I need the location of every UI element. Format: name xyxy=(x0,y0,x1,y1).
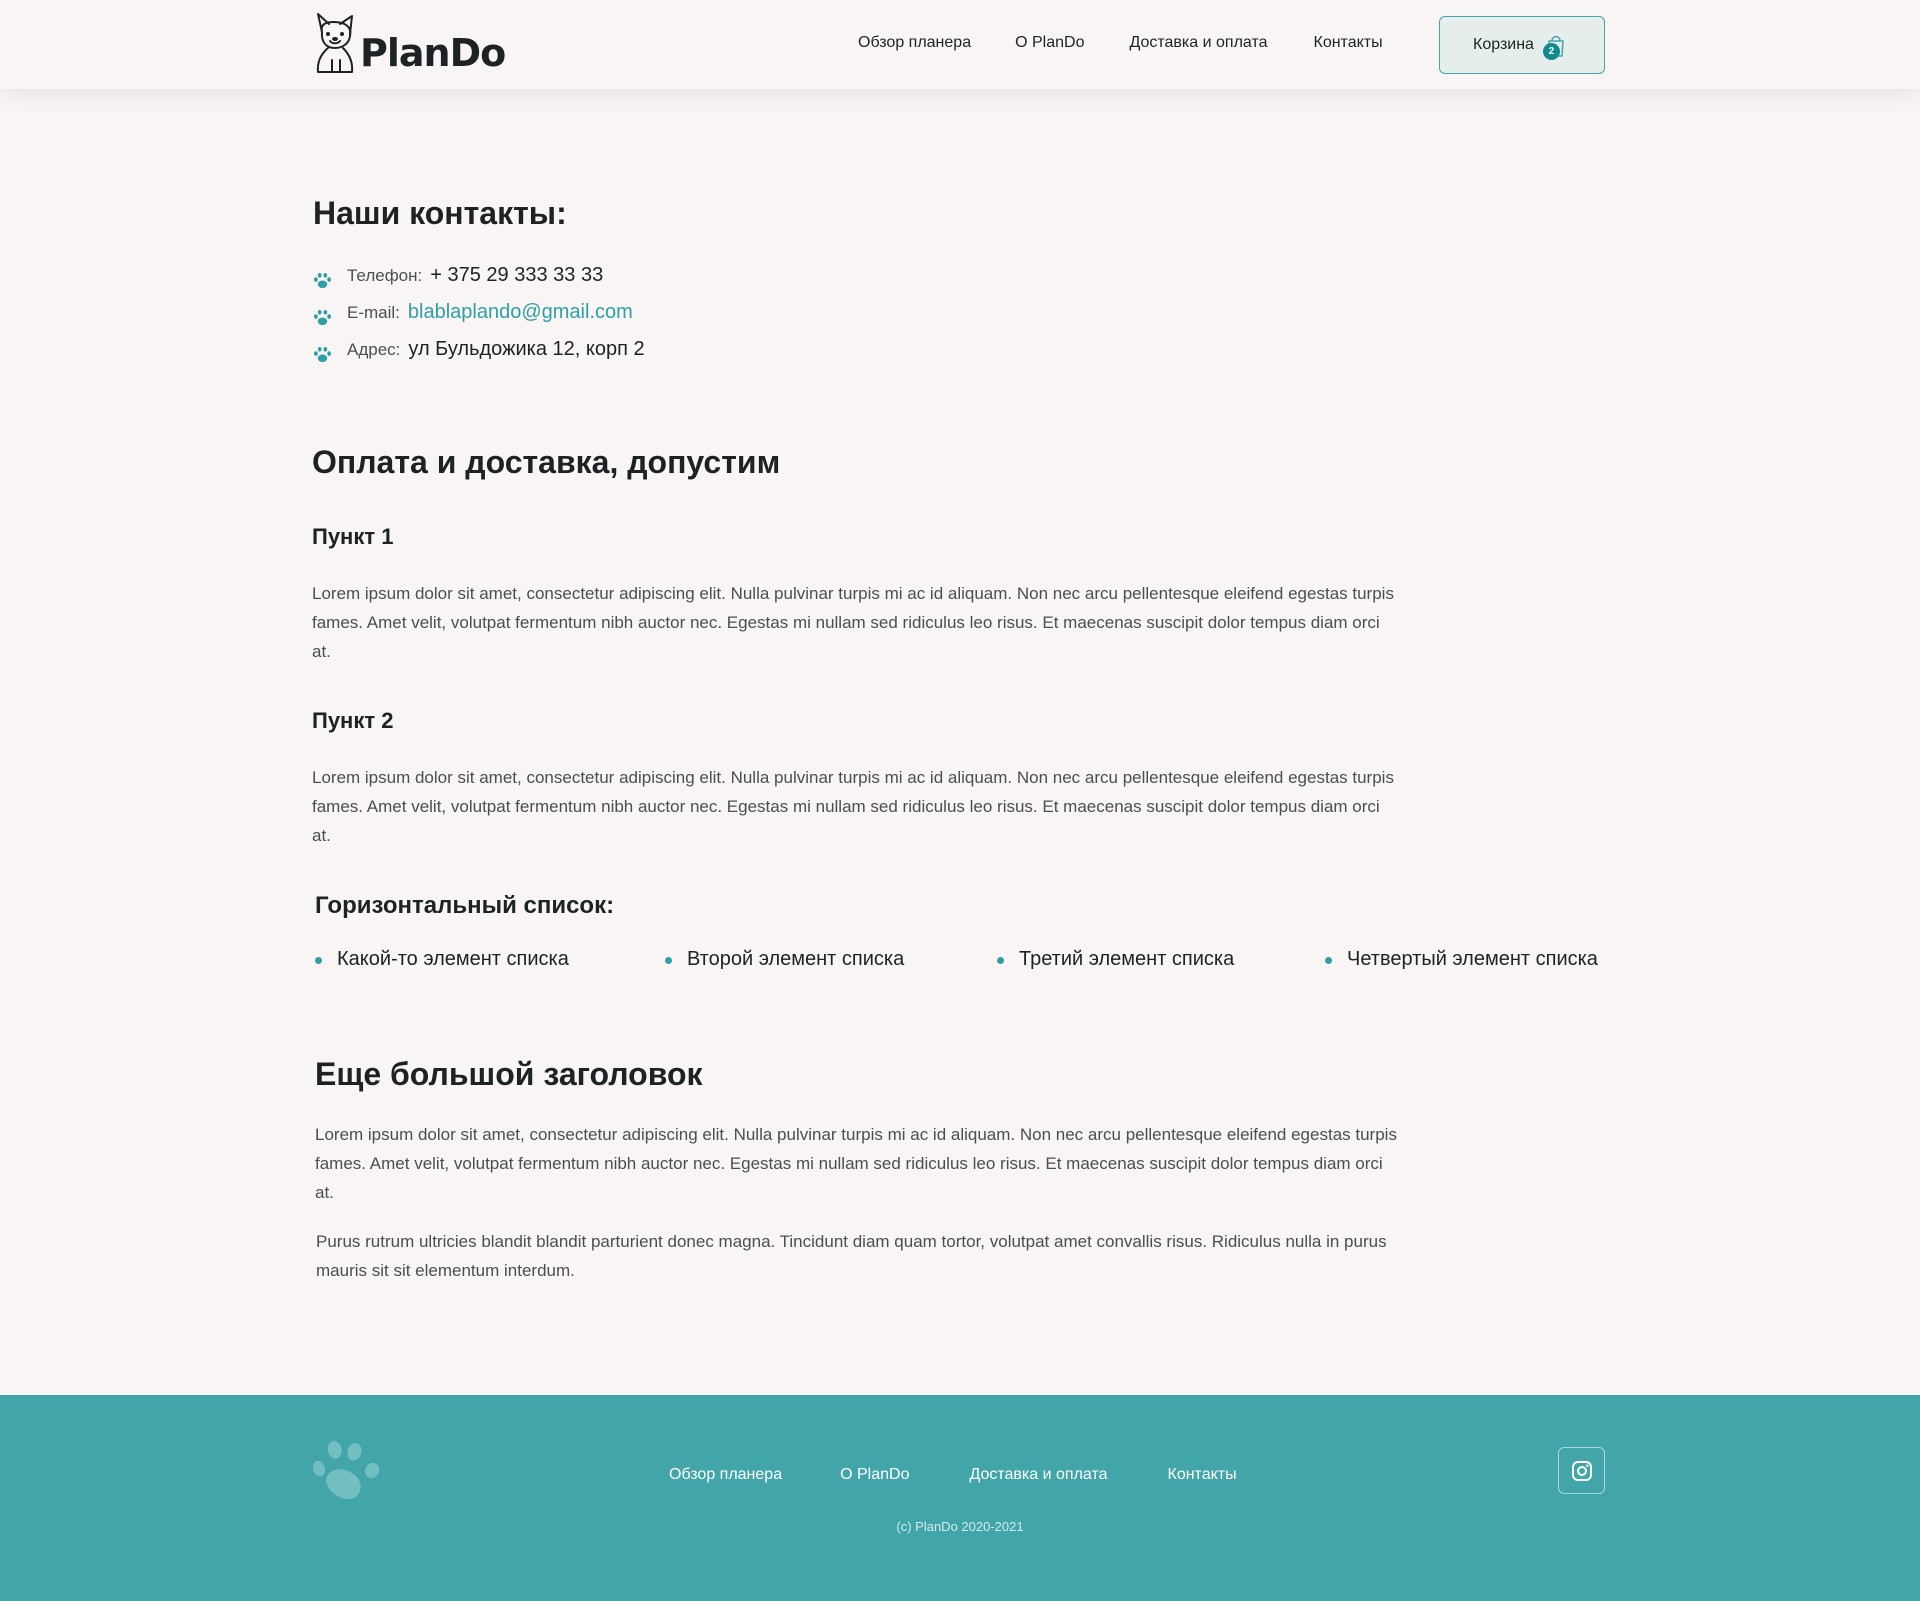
cart-button[interactable]: Корзина 2 xyxy=(1439,16,1605,74)
nav-item-delivery[interactable]: Доставка и оплата xyxy=(1129,34,1267,52)
contact-row-email: E-mail: blablaplando@gmail.com xyxy=(313,301,645,338)
site-footer: Обзор планера О PlanDo Доставка и оплата… xyxy=(0,1395,1920,1601)
address-value: ул Бульдожика 12, корп 2 xyxy=(408,338,645,360)
horizontal-list: Какой-то элемент списка Второй элемент с… xyxy=(315,948,1605,978)
point-2-text: Lorem ipsum dolor sit amet, consectetur … xyxy=(312,768,1394,845)
instagram-button[interactable] xyxy=(1558,1447,1605,1494)
paw-icon xyxy=(314,346,331,363)
phone-label: Телефон: xyxy=(347,266,423,285)
footer-nav: Обзор планера О PlanDo Доставка и оплата… xyxy=(669,1466,1237,1484)
paw-icon xyxy=(313,1440,380,1500)
footer-nav-item-about[interactable]: О PlanDo xyxy=(840,1466,909,1484)
footer-nav-item-contacts[interactable]: Контакты xyxy=(1168,1466,1237,1484)
list-item: Четвертый элемент списка xyxy=(1325,948,1598,971)
nav-item-about[interactable]: О PlanDo xyxy=(1015,34,1084,52)
contact-row-phone: Телефон: + 375 29 333 33 33 xyxy=(313,264,645,301)
nav-item-contacts[interactable]: Контакты xyxy=(1314,34,1383,52)
phone-value: + 375 29 333 33 33 xyxy=(430,264,604,286)
section-title: Еще большой заголовок xyxy=(315,1056,703,1092)
list-item: Третий элемент списка xyxy=(997,948,1234,971)
horizontal-list-title: Горизонтальный список: xyxy=(315,892,615,919)
bulldog-icon xyxy=(316,13,354,73)
list-item: Второй элемент списка xyxy=(665,948,904,971)
point-2-title: Пункт 2 xyxy=(312,708,394,733)
paw-icon xyxy=(314,309,331,326)
main-nav: Обзор планера О PlanDo Доставка и оплата… xyxy=(858,34,1383,52)
delivery-title: Оплата и доставка, допустим xyxy=(312,444,781,480)
address-label: Адрес: xyxy=(347,340,401,359)
paw-icon xyxy=(314,272,331,289)
copyright: (c) PlanDo 2020-2021 xyxy=(896,1519,1024,1534)
section-paragraph-1: Lorem ipsum dolor sit amet, consectetur … xyxy=(315,1125,1397,1202)
list-item: Какой-то элемент списка xyxy=(315,948,569,971)
logo-text: PlanDo xyxy=(360,31,506,75)
contact-row-address: Адрес: ул Бульдожика 12, корп 2 xyxy=(313,338,645,375)
point-1-title: Пункт 1 xyxy=(312,524,394,549)
point-1-text: Lorem ipsum dolor sit amet, consectetur … xyxy=(312,584,1394,661)
instagram-icon xyxy=(1571,1460,1592,1481)
email-label: E-mail: xyxy=(347,303,400,322)
contacts-title: Наши контакты: xyxy=(313,195,567,231)
site-header: PlanDo Обзор планера О PlanDo Доставка и… xyxy=(0,0,1920,89)
nav-item-overview[interactable]: Обзор планера xyxy=(858,34,971,52)
shopping-bag-icon: 2 xyxy=(1541,31,1569,60)
contacts-list: Телефон: + 375 29 333 33 33 E-mail: blab… xyxy=(313,264,645,375)
cart-label: Корзина xyxy=(1473,36,1534,53)
email-link[interactable]: blablaplando@gmail.com xyxy=(408,301,633,324)
footer-nav-item-delivery[interactable]: Доставка и оплата xyxy=(969,1466,1107,1484)
cart-count-badge: 2 xyxy=(1542,43,1560,60)
logo[interactable]: PlanDo xyxy=(312,10,506,76)
footer-nav-item-overview[interactable]: Обзор планера xyxy=(669,1466,782,1484)
section-paragraph-2: Purus rutrum ultricies blandit blandit p… xyxy=(316,1232,1387,1280)
